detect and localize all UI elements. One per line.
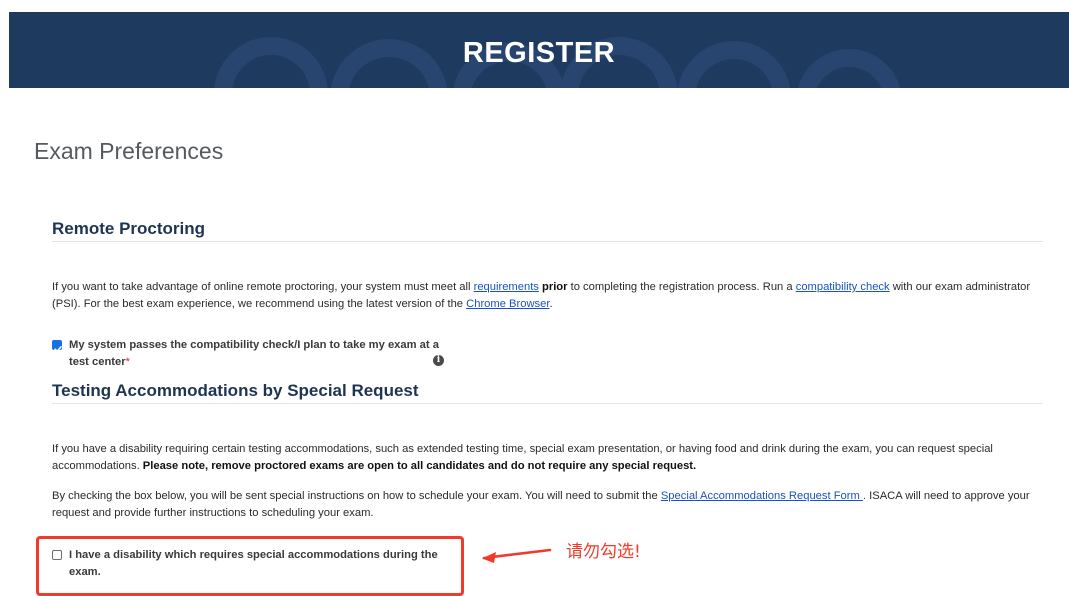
compatibility-checkbox[interactable] bbox=[52, 340, 62, 352]
accommodations-description: If you have a disability requiring certa… bbox=[52, 441, 1044, 475]
required-asterisk: * bbox=[125, 356, 130, 368]
text-segment: to completing the registration process. … bbox=[567, 281, 796, 293]
register-banner: REGISTER bbox=[9, 12, 1069, 88]
page-title: Exam Preferences bbox=[34, 138, 224, 164]
text-segment: If you want to take advantage of online … bbox=[52, 281, 474, 293]
text-segment: . bbox=[549, 298, 553, 310]
checkmark-icon bbox=[54, 346, 62, 352]
highlight-box bbox=[36, 536, 464, 596]
compatibility-check-link[interactable]: compatibility check bbox=[796, 281, 890, 293]
note-bold: Please note, remove proctored exams are … bbox=[142, 460, 697, 472]
section-divider bbox=[52, 403, 1043, 404]
info-icon[interactable]: i bbox=[433, 355, 444, 366]
text-segment: By checking the box below, you will be s… bbox=[52, 490, 661, 502]
prior-bold: prior bbox=[542, 281, 568, 293]
remote-proctoring-description: If you want to take advantage of online … bbox=[52, 279, 1044, 313]
section-divider bbox=[52, 241, 1043, 242]
annotation-note: 请勿勾选! bbox=[566, 542, 641, 562]
banner-title: REGISTER bbox=[462, 37, 616, 69]
special-accommodations-form-link[interactable]: Special Accommodations Request Form bbox=[661, 490, 863, 502]
accommodations-instructions: By checking the box below, you will be s… bbox=[52, 488, 1044, 522]
arrow-left-icon bbox=[482, 548, 552, 563]
checkbox-label-text: My system passes the compatibility check… bbox=[69, 339, 439, 368]
chrome-browser-link[interactable]: Chrome Browser bbox=[466, 298, 549, 310]
accommodations-heading: Testing Accommodations by Special Reques… bbox=[52, 381, 419, 400]
requirements-link[interactable]: requirements bbox=[474, 281, 539, 293]
remote-proctoring-heading: Remote Proctoring bbox=[52, 219, 206, 238]
compatibility-checkbox-label[interactable]: My system passes the compatibility check… bbox=[69, 337, 459, 371]
